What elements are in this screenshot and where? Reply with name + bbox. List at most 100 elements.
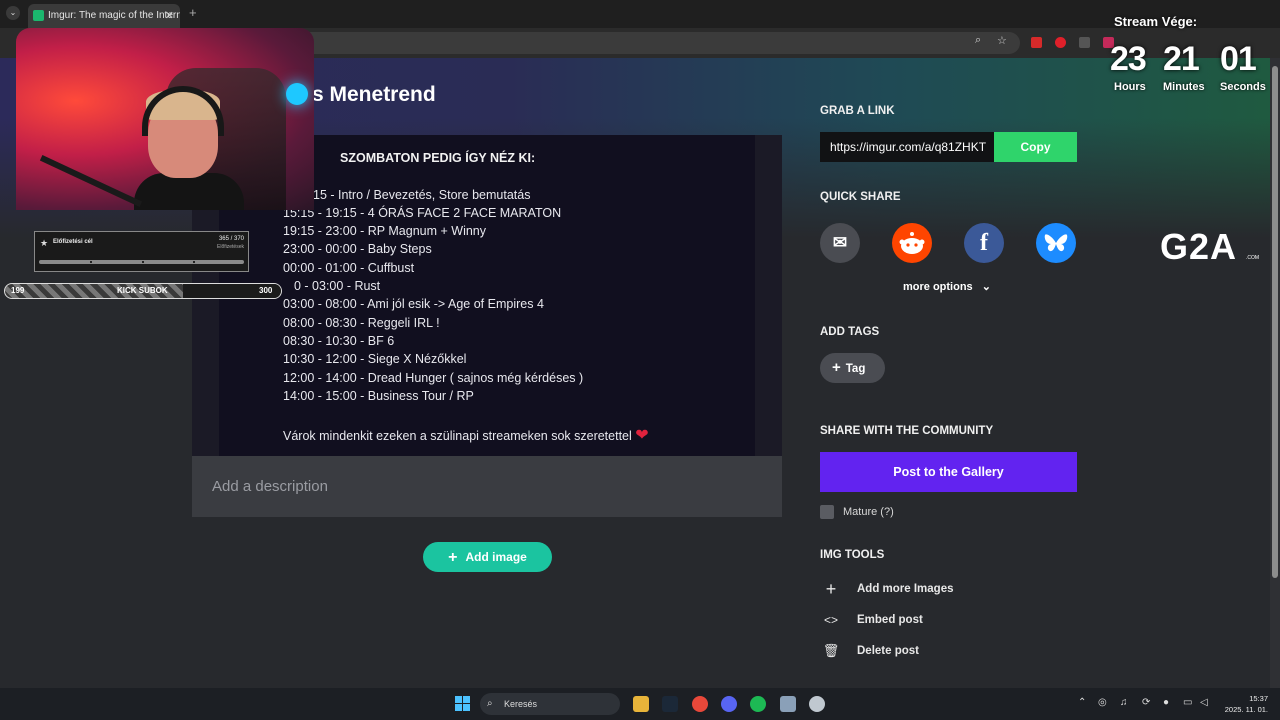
steam-icon[interactable] [662, 696, 678, 712]
microphone-arm [39, 155, 143, 207]
add-image-button[interactable]: + Add image [423, 542, 552, 572]
clock-date: 2025. 11. 01. [1224, 705, 1268, 714]
kick-subs-bar: 199 KICK SUBOK 300 [4, 283, 282, 299]
description-input[interactable] [212, 476, 752, 496]
file-explorer-icon[interactable] [633, 696, 649, 712]
tray-icon[interactable]: ◎ [1098, 697, 1107, 708]
schedule-line: 14:00 - 15:00 - Business Tour / RP [283, 389, 474, 403]
subs-goal-sublabel: Előfizetések [217, 244, 244, 250]
closing-text: Várok mindenkit ezeken a szülinapi strea… [283, 429, 632, 443]
mature-checkbox[interactable] [820, 505, 834, 519]
timer-minutes: 21 [1163, 40, 1200, 78]
code-icon: <> [823, 613, 838, 627]
chevron-down-icon: ⌄ [981, 281, 991, 293]
plus-icon: + [832, 359, 841, 376]
g2a-logo-suffix: .COM [1246, 255, 1260, 261]
facebook-share-icon[interactable]: f [964, 223, 1004, 263]
tab-close-icon[interactable]: ✕ [165, 4, 174, 28]
more-options-button[interactable]: more options ⌄ [903, 280, 991, 293]
extension-icon[interactable] [1031, 37, 1042, 48]
windows-taskbar: ⌕ Keresés ⌃ ◎ ♫ ⟳ ● ▭ ◁ 15:37 2025. 11. … [0, 688, 1280, 720]
subscription-goal-widget: ★ Előfizetési cél 365 / 370 Előfizetések [34, 231, 249, 272]
spotify-icon[interactable] [750, 696, 766, 712]
schedule-line: 15:15 - 19:15 - 4 ÓRÁS FACE 2 FACE MARAT… [283, 206, 562, 220]
tool-label: Embed post [857, 614, 923, 626]
description-box[interactable] [192, 456, 782, 517]
plus-icon: + [825, 579, 837, 599]
heart-icon: ❤ [635, 427, 649, 444]
progress-tick [90, 261, 93, 263]
chrome-icon[interactable] [692, 696, 708, 712]
imgur-favicon-icon [33, 10, 44, 21]
post-title[interactable]: s Menetrend [312, 83, 436, 107]
zoom-icon[interactable]: ⌕ [975, 34, 981, 47]
bookmark-star-icon[interactable]: ☆ [997, 34, 1007, 47]
headphones-icon[interactable]: ♫ [1120, 697, 1128, 708]
kick-bar-goal: 300 [259, 286, 273, 295]
schedule-line: 08:00 - 08:30 - Reggeli IRL ! [283, 316, 440, 330]
schedule-line: 00:00 - 01:00 - Cuffbust [283, 261, 415, 275]
quick-share-heading: QUICK SHARE [820, 191, 901, 203]
browser-tabbar: ⌄ Imgur: The magic of the Internet ✕ + [0, 0, 1280, 28]
clock-time: 15:37 [1249, 694, 1268, 703]
tray-chevron-icon[interactable]: ⌃ [1078, 697, 1086, 708]
taskbar-clock[interactable]: 15:37 2025. 11. 01. [1222, 693, 1268, 715]
webcam-body [134, 173, 244, 210]
add-image-label: Add image [465, 550, 527, 564]
timer-minutes-label: Minutes [1163, 81, 1205, 93]
progress-tick [192, 261, 195, 263]
schedule-line: 15 - Intro / Bevezetés, Store bemutatás [313, 188, 531, 202]
webcam-overlay [16, 28, 314, 210]
kick-bar-label: KICK SUBOK [117, 286, 168, 295]
trash-icon: 🗑 [822, 643, 840, 658]
scrollbar-thumb[interactable] [1272, 66, 1278, 578]
add-tag-button[interactable]: + Tag [820, 353, 885, 383]
progress-tick [141, 261, 144, 263]
g2a-logo: G2A [1160, 226, 1238, 267]
copy-button[interactable]: Copy [994, 132, 1077, 162]
share-link-field[interactable]: https://imgur.com/a/q81ZHKT [820, 132, 995, 162]
taskbar-search[interactable]: ⌕ Keresés [480, 693, 620, 715]
tag-label: Tag [845, 363, 866, 375]
extension-icon[interactable] [1055, 37, 1066, 48]
closing-line: Várok mindenkit ezeken a szülinapi strea… [283, 425, 649, 445]
email-share-icon[interactable]: ✉ [820, 223, 860, 263]
sync-icon[interactable]: ⟳ [1142, 697, 1150, 708]
windows-start-icon[interactable] [455, 696, 470, 711]
app-icon[interactable] [780, 696, 796, 712]
tab-imgur[interactable]: Imgur: The magic of the Internet ✕ [28, 4, 180, 28]
extension-icon[interactable] [1079, 37, 1090, 48]
plus-icon: + [448, 549, 458, 566]
star-icon: ★ [40, 238, 49, 248]
new-tab-icon[interactable]: + [189, 5, 197, 20]
stream-end-title: Stream Vége: [1114, 14, 1198, 29]
mature-label[interactable]: Mature (?) [843, 506, 894, 518]
add-tags-heading: ADD TAGS [820, 326, 880, 338]
subs-goal-count: 365 / 370 [218, 236, 244, 242]
schedule-line: 08:30 - 10:30 - BF 6 [283, 334, 395, 348]
schedule-line: 23:00 - 00:00 - Baby Steps [283, 242, 432, 256]
tab-search-icon[interactable]: ⌄ [6, 6, 20, 20]
network-icon[interactable]: ▭ [1183, 697, 1192, 708]
ccleaner-icon[interactable] [809, 696, 825, 712]
tab-title: Imgur: The magic of the Internet [48, 10, 180, 21]
more-options-label: more options [903, 281, 973, 293]
tool-label: Delete post [857, 645, 919, 657]
share-community-heading: SHARE WITH THE COMMUNITY [820, 425, 994, 437]
timer-seconds-label: Seconds [1220, 81, 1266, 93]
post-to-gallery-button[interactable]: Post to the Gallery [820, 452, 1077, 492]
page-scrollbar[interactable] [1270, 58, 1280, 688]
tool-label: Add more Images [857, 583, 954, 595]
subs-progress-bar [39, 260, 244, 264]
search-icon: ⌕ [487, 698, 493, 709]
timer-hours-label: Hours [1114, 81, 1146, 93]
bluesky-share-icon[interactable] [1036, 223, 1076, 263]
microphone-icon[interactable]: ● [1163, 697, 1169, 708]
timer-hours: 23 [1110, 40, 1147, 78]
discord-icon[interactable] [721, 696, 737, 712]
volume-icon[interactable]: ◁ [1200, 697, 1208, 708]
image-heading: SZOMBATON PEDIG ÍGY NÉZ KI: [340, 151, 536, 165]
grab-link-heading: GRAB A LINK [820, 105, 895, 117]
schedule-line: 19:15 - 23:00 - RP Magnum + Winny [283, 224, 486, 238]
reddit-share-icon[interactable] [892, 223, 932, 263]
